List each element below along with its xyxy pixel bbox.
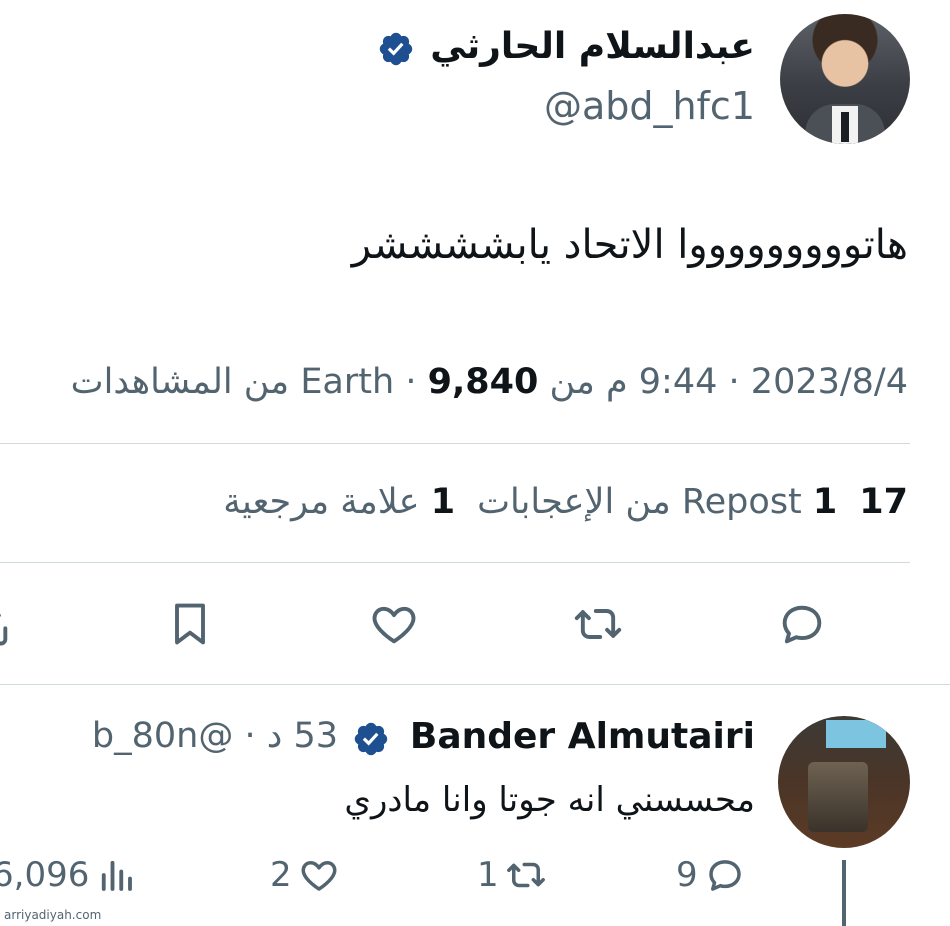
divider: [0, 443, 910, 444]
bar-chart-icon: [102, 860, 133, 891]
reply-views-button[interactable]: 6,096: [0, 850, 137, 900]
divider: [0, 684, 950, 685]
reposts-label: Repost: [681, 482, 802, 522]
meta-separator: ·: [405, 362, 417, 402]
repost-arrows-icon: [506, 862, 545, 888]
speech-bubble-icon: [782, 605, 822, 644]
repost-arrows-icon: [574, 609, 622, 639]
reply-text: محسسني انه جوتا وانا مادري: [344, 780, 755, 820]
avatar-tie: [841, 112, 849, 142]
reply-like-count: 2: [270, 855, 292, 895]
reply-age[interactable]: 53 د: [267, 716, 338, 756]
tweet-date[interactable]: 2023/8/4: [751, 362, 908, 402]
reply-repost-count: 1: [477, 855, 499, 895]
meta-separator: ·: [728, 362, 740, 402]
reply-like-button[interactable]: 2: [270, 850, 340, 900]
watermark: arriyadiyah.com: [4, 908, 102, 922]
likes-label: من الإعجابات: [477, 482, 671, 522]
like-button[interactable]: [368, 598, 420, 650]
reply-author-name[interactable]: Bander Almutairi: [410, 716, 755, 757]
meta-separator: ·: [244, 716, 256, 756]
heart-icon: [372, 606, 416, 644]
avatar-background-screen: [826, 720, 886, 748]
reply-views-count: 6,096: [0, 855, 90, 895]
share-button[interactable]: [0, 598, 14, 650]
tweet-time: 9:44 م من: [549, 362, 718, 402]
tweet-stats: Repost 1 17 من الإعجابات 1 علامة مرجعية: [223, 482, 908, 522]
reply-repost-button[interactable]: 1: [477, 850, 547, 900]
bookmarks-stat[interactable]: 1 علامة مرجعية: [223, 482, 455, 522]
likes-count: 17: [859, 482, 908, 522]
bookmark-icon: [175, 603, 205, 645]
bookmark-button[interactable]: [164, 598, 216, 650]
views-count: 9,840: [427, 362, 539, 402]
reply-handle[interactable]: @b_80n: [92, 716, 233, 756]
heart-icon: [301, 861, 337, 891]
divider: [0, 562, 910, 563]
reply-reply-button[interactable]: 9: [676, 850, 746, 900]
reply-reply-count: 9: [676, 855, 698, 895]
repost-button[interactable]: [572, 598, 624, 650]
tweet-meta: 2023/8/4 · 9:44 م من Earth · 9,840 من ال…: [71, 362, 908, 402]
reply-handle-line: 53 د · @b_80n: [92, 716, 338, 756]
author-handle[interactable]: @abd_hfc1: [544, 84, 755, 128]
tweet-location: Earth: [300, 362, 395, 402]
reply-button[interactable]: [776, 598, 828, 650]
reposts-count: 1: [812, 482, 838, 522]
speech-bubble-icon: [708, 860, 741, 891]
verified-badge-icon: [352, 720, 390, 758]
bookmarks-label: علامة مرجعية: [223, 482, 420, 522]
reply-author-avatar[interactable]: [778, 716, 910, 848]
share-icon: [0, 613, 8, 646]
reposts-stat[interactable]: Repost 1: [682, 482, 837, 522]
author-display-name[interactable]: عبدالسلام الحارثي: [430, 26, 755, 67]
avatar-trophy: [808, 762, 868, 832]
verified-badge-icon: [377, 30, 415, 68]
thread-line: [842, 860, 846, 926]
bookmarks-count: 1: [430, 482, 456, 522]
author-avatar[interactable]: [780, 14, 910, 144]
views-label: من المشاهدات: [70, 362, 290, 402]
tweet-text: هاتوووووووووا الاتحاد يابششششر: [351, 222, 908, 268]
